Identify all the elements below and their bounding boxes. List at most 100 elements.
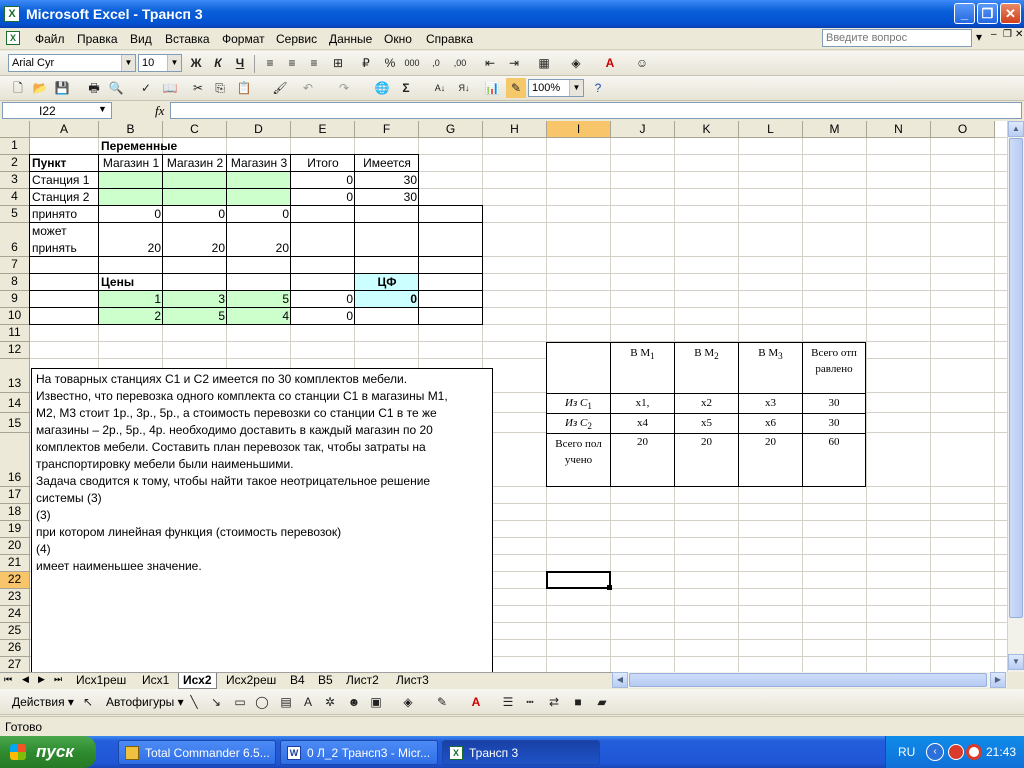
- save-icon[interactable]: 💾: [52, 78, 72, 98]
- cell-b8[interactable]: Цены: [99, 274, 163, 291]
- thousands-separator-icon[interactable]: 000: [402, 53, 422, 73]
- select-pointer-icon[interactable]: ↖: [78, 692, 98, 712]
- row-header-11[interactable]: 11: [0, 325, 30, 342]
- cut-icon[interactable]: ✂: [188, 78, 208, 98]
- cell-c5[interactable]: 0: [163, 206, 227, 223]
- row-header-13[interactable]: 13: [0, 359, 30, 393]
- row-header-5[interactable]: 5: [0, 206, 30, 223]
- percent-icon[interactable]: %: [380, 53, 400, 73]
- column-header-a[interactable]: A: [30, 121, 99, 138]
- bold-button[interactable]: Ж: [186, 53, 206, 73]
- task-excel-workbook[interactable]: X Трансп 3: [442, 740, 600, 765]
- row-header-24[interactable]: 24: [0, 606, 30, 623]
- row-header-27[interactable]: 27: [0, 657, 30, 672]
- start-button[interactable]: пуск: [0, 736, 96, 768]
- cell-b3-d3[interactable]: [99, 172, 291, 189]
- chevron-down-icon[interactable]: ▼: [569, 80, 583, 96]
- column-header-g[interactable]: G: [419, 121, 483, 138]
- decrease-indent-icon[interactable]: ⇤: [480, 53, 500, 73]
- menu-edit[interactable]: Правка: [77, 32, 118, 46]
- column-header-j[interactable]: J: [611, 121, 675, 138]
- excel-app-icon[interactable]: X: [4, 6, 20, 22]
- autoshapes-menu[interactable]: Автофигуры ▾: [106, 695, 184, 709]
- row-header-10[interactable]: 10: [0, 308, 30, 325]
- cell-a5[interactable]: принято: [30, 206, 99, 223]
- undo-icon[interactable]: ↶: [298, 78, 318, 98]
- picture-icon[interactable]: ▣: [366, 692, 386, 712]
- align-right-icon[interactable]: ≡: [304, 53, 324, 73]
- sheet-tab-ish2resh[interactable]: Исх2реш: [222, 673, 280, 688]
- prev-sheet-icon[interactable]: ◀: [22, 674, 29, 685]
- menu-help[interactable]: Справка: [426, 32, 473, 46]
- row-header-26[interactable]: 26: [0, 640, 30, 657]
- currency-icon[interactable]: ₽: [356, 53, 376, 73]
- row-header-23[interactable]: 23: [0, 589, 30, 606]
- hyperlink-icon[interactable]: 🌐: [372, 78, 392, 98]
- scroll-right-icon[interactable]: ▶: [990, 672, 1006, 688]
- cell-d5[interactable]: 0: [227, 206, 291, 223]
- cell-a3[interactable]: Станция 1: [30, 172, 99, 189]
- align-left-icon[interactable]: ≡: [260, 53, 280, 73]
- fill-handle[interactable]: [607, 585, 612, 590]
- column-header-e[interactable]: E: [291, 121, 355, 138]
- cell-b2[interactable]: Магазин 1: [99, 155, 163, 172]
- sheet-tab-ish2[interactable]: Исх2: [178, 673, 217, 689]
- cell-e3[interactable]: 0: [291, 172, 355, 189]
- menu-data[interactable]: Данные: [329, 32, 372, 46]
- doc-restore-button[interactable]: ❐: [1003, 29, 1012, 40]
- doc-minimize-button[interactable]: –: [991, 29, 997, 40]
- first-sheet-icon[interactable]: ⏮: [4, 674, 12, 685]
- font-color-icon[interactable]: A: [600, 53, 620, 73]
- row-header-17[interactable]: 17: [0, 487, 30, 504]
- problem-text-box[interactable]: На товарных станциях С1 и С2 имеется по …: [31, 368, 493, 672]
- row-header-21[interactable]: 21: [0, 555, 30, 572]
- doc-close-button[interactable]: ✕: [1015, 29, 1023, 40]
- row-header-14[interactable]: 14: [0, 393, 30, 413]
- column-header-m[interactable]: M: [803, 121, 867, 138]
- cell-b10[interactable]: 2: [99, 308, 163, 325]
- sort-ascending-icon[interactable]: A↓: [430, 78, 450, 98]
- column-header-c[interactable]: C: [163, 121, 227, 138]
- column-header-d[interactable]: D: [227, 121, 291, 138]
- row-header-6[interactable]: 6: [0, 223, 30, 257]
- vertical-scroll-thumb[interactable]: [1009, 138, 1023, 618]
- horizontal-scroll-thumb[interactable]: [629, 673, 987, 687]
- autosum-icon[interactable]: Σ: [396, 78, 416, 98]
- row-header-7[interactable]: 7: [0, 257, 30, 274]
- row-header-18[interactable]: 18: [0, 504, 30, 521]
- spelling-icon[interactable]: ✓: [136, 78, 156, 98]
- cell-f8[interactable]: ЦФ: [355, 274, 419, 291]
- cell-c9[interactable]: 3: [163, 291, 227, 308]
- sheet-tab-list2[interactable]: Лист2: [342, 673, 383, 688]
- cell-e10[interactable]: 0: [291, 308, 355, 325]
- copy-icon[interactable]: ⎘: [210, 78, 230, 98]
- dash-style-icon[interactable]: ┅: [520, 692, 540, 712]
- column-header-l[interactable]: L: [739, 121, 803, 138]
- paste-icon[interactable]: 📋: [234, 78, 254, 98]
- print-preview-icon[interactable]: 🔍: [106, 78, 126, 98]
- spreadsheet-grid[interactable]: A B C D E F G H I J K L M N O 1 2 3 4 5 6 7 8 9 10 11 12 13 14 15 16 17…: [0, 121, 1007, 672]
- arrow-style-icon[interactable]: ⇄: [544, 692, 564, 712]
- 3d-icon[interactable]: ▰: [592, 692, 612, 712]
- row-header-16[interactable]: 16: [0, 433, 30, 487]
- font-name-select[interactable]: Arial Cyr ▼: [8, 54, 136, 72]
- sheet-tab-list3[interactable]: Лист3: [392, 673, 433, 688]
- name-box[interactable]: I22: [2, 102, 112, 119]
- print-icon[interactable]: 🖶: [84, 78, 104, 98]
- sheet-tab-ish1resh[interactable]: Исх1реш: [72, 673, 130, 688]
- zoom-select[interactable]: 100% ▼: [528, 79, 584, 97]
- fill-color-icon[interactable]: ◈: [398, 692, 418, 712]
- new-file-icon[interactable]: 🗋: [8, 78, 28, 98]
- cell-f9[interactable]: 0: [355, 291, 419, 308]
- increase-indent-icon[interactable]: ⇥: [504, 53, 524, 73]
- sheet-tab-v5[interactable]: В5: [314, 673, 337, 688]
- scroll-left-icon[interactable]: ◀: [612, 672, 628, 688]
- sheet-tab-ish1[interactable]: Исх1: [138, 673, 173, 688]
- underline-button[interactable]: Ч: [230, 53, 250, 73]
- workbook-icon[interactable]: X: [6, 31, 20, 45]
- line-icon[interactable]: ╲: [184, 692, 204, 712]
- selected-cell-i22[interactable]: [546, 571, 611, 589]
- arrow-icon[interactable]: ↘: [206, 692, 226, 712]
- italic-button[interactable]: К: [208, 53, 228, 73]
- cell-c6[interactable]: 20: [163, 240, 227, 257]
